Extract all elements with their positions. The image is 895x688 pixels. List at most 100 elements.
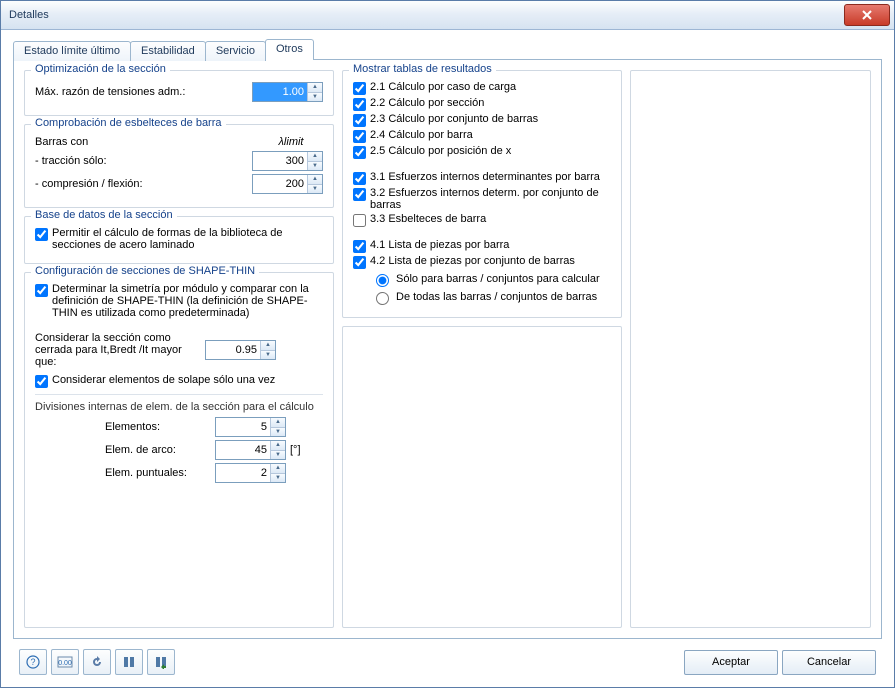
tab-estado-limite[interactable]: Estado límite último: [13, 41, 131, 61]
tab-strip: Estado límite último Estabilidad Servici…: [13, 38, 882, 60]
checkbox-label: 2.3 Cálculo por conjunto de barras: [370, 113, 538, 125]
tension-only-label: - tracción sólo:: [35, 155, 252, 167]
divisions-label: Divisiones internas de elem. de la secci…: [35, 401, 323, 413]
arc-input[interactable]: [216, 441, 270, 459]
result-table-checkbox[interactable]: 2.4 Cálculo por barra: [353, 129, 611, 143]
spin-down-icon[interactable]: ▼: [271, 450, 285, 460]
spin-down-icon[interactable]: ▼: [308, 184, 322, 194]
arc-unit: [°]: [290, 444, 301, 456]
mid-column: Mostrar tablas de resultados 2.1 Cálculo…: [342, 70, 622, 628]
profile-arrow-icon: [154, 655, 168, 669]
tab-otros[interactable]: Otros: [265, 39, 314, 60]
max-ratio-input[interactable]: [253, 83, 307, 101]
result-table-checkbox[interactable]: 3.1 Esfuerzos internos determinantes por…: [353, 171, 611, 185]
profile-icon: [122, 655, 136, 669]
checkbox-label: 2.1 Cálculo por caso de carga: [370, 81, 516, 93]
group-header: Configuración de secciones de SHAPE-THIN: [31, 265, 259, 277]
result-table-checkbox[interactable]: 4.2 Lista de piezas por conjunto de barr…: [353, 255, 611, 269]
checkbox-input[interactable]: [353, 256, 366, 269]
checkbox-input[interactable]: [353, 146, 366, 159]
window-title: Detalles: [5, 9, 844, 21]
spin-up-icon[interactable]: ▲: [308, 152, 322, 161]
help-icon: ?: [26, 655, 40, 669]
spin-up-icon[interactable]: ▲: [271, 464, 285, 473]
svg-text:?: ?: [30, 657, 35, 667]
compression-input[interactable]: [253, 175, 307, 193]
result-table-checkbox[interactable]: 2.2 Cálculo por sección: [353, 97, 611, 111]
result-table-checkbox[interactable]: 4.1 Lista de piezas por barra: [353, 239, 611, 253]
tension-spinner[interactable]: ▲▼: [252, 151, 323, 171]
point-spinner[interactable]: ▲▼: [215, 463, 286, 483]
cancel-button[interactable]: Cancelar: [782, 650, 876, 675]
elements-spinner[interactable]: ▲▼: [215, 417, 286, 437]
radio-label: De todas las barras / conjuntos de barra…: [396, 291, 597, 303]
client-area: Estado límite último Estabilidad Servici…: [1, 30, 894, 687]
radio-input[interactable]: [376, 274, 389, 287]
help-button[interactable]: ?: [19, 649, 47, 675]
spin-up-icon[interactable]: ▲: [261, 341, 275, 350]
closed-ratio-spinner[interactable]: ▲▼: [205, 340, 276, 360]
allow-lib-input[interactable]: [35, 228, 48, 241]
allow-lib-checkbox[interactable]: Permitir el cálculo de formas de la bibl…: [35, 227, 323, 251]
overlap-input[interactable]: [35, 375, 48, 388]
spin-up-icon[interactable]: ▲: [308, 175, 322, 184]
spin-down-icon[interactable]: ▼: [308, 92, 322, 102]
radio-input[interactable]: [376, 292, 389, 305]
checkbox-input[interactable]: [353, 114, 366, 127]
elements-input[interactable]: [216, 418, 270, 436]
spin-down-icon[interactable]: ▼: [308, 161, 322, 171]
arc-spinner[interactable]: ▲▼: [215, 440, 286, 460]
spin-up-icon[interactable]: ▲: [271, 441, 285, 450]
closed-ratio-input[interactable]: [206, 341, 260, 359]
checkbox-input[interactable]: [353, 240, 366, 253]
left-column: Optimización de la sección Máx. razón de…: [24, 70, 334, 628]
result-table-checkbox[interactable]: 3.2 Esfuerzos internos determ. por conju…: [353, 187, 611, 211]
spin-down-icon[interactable]: ▼: [271, 473, 285, 483]
checkbox-input[interactable]: [353, 214, 366, 227]
units-button[interactable]: 0.00: [51, 649, 79, 675]
max-ratio-spinner[interactable]: ▲▼: [252, 82, 323, 102]
spin-down-icon[interactable]: ▼: [271, 427, 285, 437]
checkbox-input[interactable]: [353, 188, 366, 201]
spin-up-icon[interactable]: ▲: [271, 418, 285, 427]
parts-list-radio[interactable]: De todas las barras / conjuntos de barra…: [371, 289, 611, 305]
checkbox-input[interactable]: [353, 130, 366, 143]
elements-label: Elementos:: [105, 421, 215, 433]
reset-button[interactable]: [83, 649, 111, 675]
svg-text:0.00: 0.00: [58, 660, 72, 667]
dialog-window: Detalles Estado límite último Estabilida…: [0, 0, 895, 688]
spin-up-icon[interactable]: ▲: [308, 83, 322, 92]
point-input[interactable]: [216, 464, 270, 482]
compression-spinner[interactable]: ▲▼: [252, 174, 323, 194]
profile-1-button[interactable]: [115, 649, 143, 675]
spin-down-icon[interactable]: ▼: [261, 350, 275, 360]
checkbox-label: 2.4 Cálculo por barra: [370, 129, 473, 141]
tension-input[interactable]: [253, 152, 307, 170]
divider: [35, 394, 323, 395]
radio-label: Sólo para barras / conjuntos para calcul…: [396, 273, 600, 285]
checkbox-input[interactable]: [353, 82, 366, 95]
checkbox-input[interactable]: [353, 98, 366, 111]
parts-list-radio[interactable]: Sólo para barras / conjuntos para calcul…: [371, 271, 611, 287]
lambda-limit-header: λlimit: [259, 136, 323, 148]
checkbox-input[interactable]: [353, 172, 366, 185]
ok-button[interactable]: Aceptar: [684, 650, 778, 675]
overlap-checkbox[interactable]: Considerar elementos de solape sólo una …: [35, 374, 323, 388]
close-button[interactable]: [844, 4, 890, 26]
result-table-checkbox[interactable]: 3.3 Esbelteces de barra: [353, 213, 611, 227]
symmetry-input[interactable]: [35, 284, 48, 297]
titlebar: Detalles: [1, 1, 894, 30]
result-table-checkbox[interactable]: 2.1 Cálculo por caso de carga: [353, 81, 611, 95]
tab-estabilidad[interactable]: Estabilidad: [130, 41, 206, 61]
result-table-checkbox[interactable]: 2.3 Cálculo por conjunto de barras: [353, 113, 611, 127]
tab-servicio[interactable]: Servicio: [205, 41, 266, 61]
symmetry-checkbox[interactable]: Determinar la simetría por módulo y comp…: [35, 283, 323, 319]
max-ratio-label: Máx. razón de tensiones adm.:: [35, 86, 252, 98]
group-empty-mid: [342, 326, 622, 628]
group-header: Base de datos de la sección: [31, 209, 177, 221]
group-shape-thin: Configuración de secciones de SHAPE-THIN…: [24, 272, 334, 628]
profile-2-button[interactable]: [147, 649, 175, 675]
result-table-checkbox[interactable]: 2.5 Cálculo por posición de x: [353, 145, 611, 159]
footer: ? 0.00 Aceptar Cancelar: [13, 639, 882, 681]
checkbox-label: 3.3 Esbelteces de barra: [370, 213, 486, 225]
